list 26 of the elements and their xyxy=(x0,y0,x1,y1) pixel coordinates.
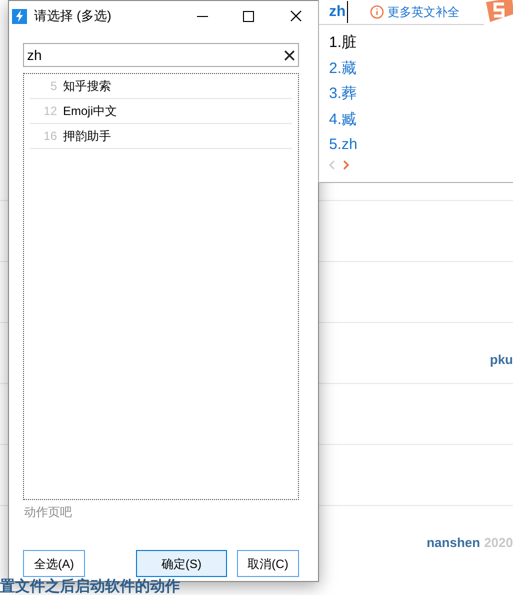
composition-text: zh xyxy=(329,0,348,24)
maximize-icon[interactable] xyxy=(243,10,254,22)
heading-text[interactable]: 置文件之后启动软件的动作 xyxy=(0,576,180,595)
list-item[interactable]: 12 Emoji中文 xyxy=(30,99,292,124)
candidate-item[interactable]: 3.葬 xyxy=(329,83,513,108)
clear-icon[interactable] xyxy=(284,50,295,60)
list-item[interactable]: 5 知乎搜索 xyxy=(30,74,292,99)
candidate-item[interactable]: 1.脏 xyxy=(329,32,513,58)
list-box[interactable]: 5 知乎搜索 12 Emoji中文 16 押韵助手 xyxy=(23,73,299,500)
candidate-item[interactable]: 2.藏 xyxy=(329,58,513,83)
hint-link[interactable]: 更多英文补全 xyxy=(388,3,460,21)
close-icon[interactable] xyxy=(290,10,302,22)
dialog-button[interactable]: 确定(S) xyxy=(136,550,227,577)
candidate-item[interactable]: 4.臧 xyxy=(329,108,513,134)
list-item[interactable]: 16 押韵助手 xyxy=(30,124,292,149)
candidate-item[interactable]: 5.zh xyxy=(329,134,513,160)
dialog-button[interactable]: 取消(C) xyxy=(237,550,299,577)
author-name[interactable]: pku xyxy=(490,350,513,369)
next-page-icon[interactable] xyxy=(343,160,349,170)
window-title: 请选择 (多选) xyxy=(34,7,112,26)
footer-text: 动作页吧 xyxy=(24,504,73,521)
info-icon[interactable] xyxy=(370,5,384,19)
author-name[interactable]: nanshen xyxy=(426,532,480,552)
dialog-button[interactable]: 全选(A) xyxy=(23,550,85,577)
search-field[interactable]: zh xyxy=(23,43,299,67)
app-icon xyxy=(12,8,27,24)
